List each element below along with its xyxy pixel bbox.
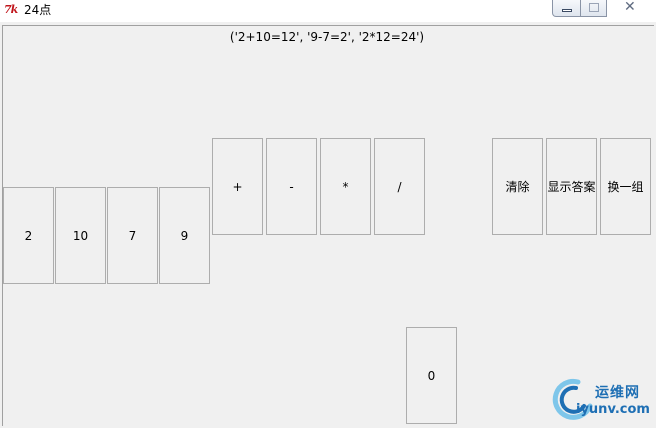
plus-button[interactable]: + <box>212 138 263 235</box>
watermark-url: iyunv.com <box>576 402 650 417</box>
maximize-button[interactable] <box>580 0 607 17</box>
minus-button[interactable]: - <box>266 138 317 235</box>
maximize-icon <box>589 3 599 12</box>
divide-button[interactable]: / <box>374 138 425 235</box>
close-icon: ✕ <box>624 0 636 15</box>
card-button-1[interactable]: 2 <box>3 187 54 284</box>
result-button[interactable]: 0 <box>406 327 457 424</box>
clear-button[interactable]: 清除 <box>492 138 543 235</box>
watermark-title: 运维网 <box>595 385 640 401</box>
tk-feather-icon: 7k <box>4 3 18 16</box>
card-button-3[interactable]: 7 <box>107 187 158 284</box>
multiply-button[interactable]: * <box>320 138 371 235</box>
window-title: 24点 <box>24 3 52 17</box>
card-button-4[interactable]: 9 <box>159 187 210 284</box>
close-button[interactable]: ✕ <box>606 0 653 17</box>
minimize-button[interactable] <box>552 0 581 17</box>
watermark-logo: 运维网 iyunv.com <box>548 376 652 424</box>
show-answer-button[interactable]: 显示答案 <box>546 138 597 235</box>
card-button-2[interactable]: 10 <box>55 187 106 284</box>
minimize-icon <box>562 9 572 12</box>
app-window: 7k 24点 ✕ ('2+10=12', '9-7=2', '2*12=24')… <box>0 0 656 428</box>
title-bar[interactable]: 7k 24点 ✕ <box>0 0 656 22</box>
new-set-button[interactable]: 换一组 <box>600 138 651 235</box>
answer-label: ('2+10=12', '9-7=2', '2*12=24') <box>229 30 425 44</box>
